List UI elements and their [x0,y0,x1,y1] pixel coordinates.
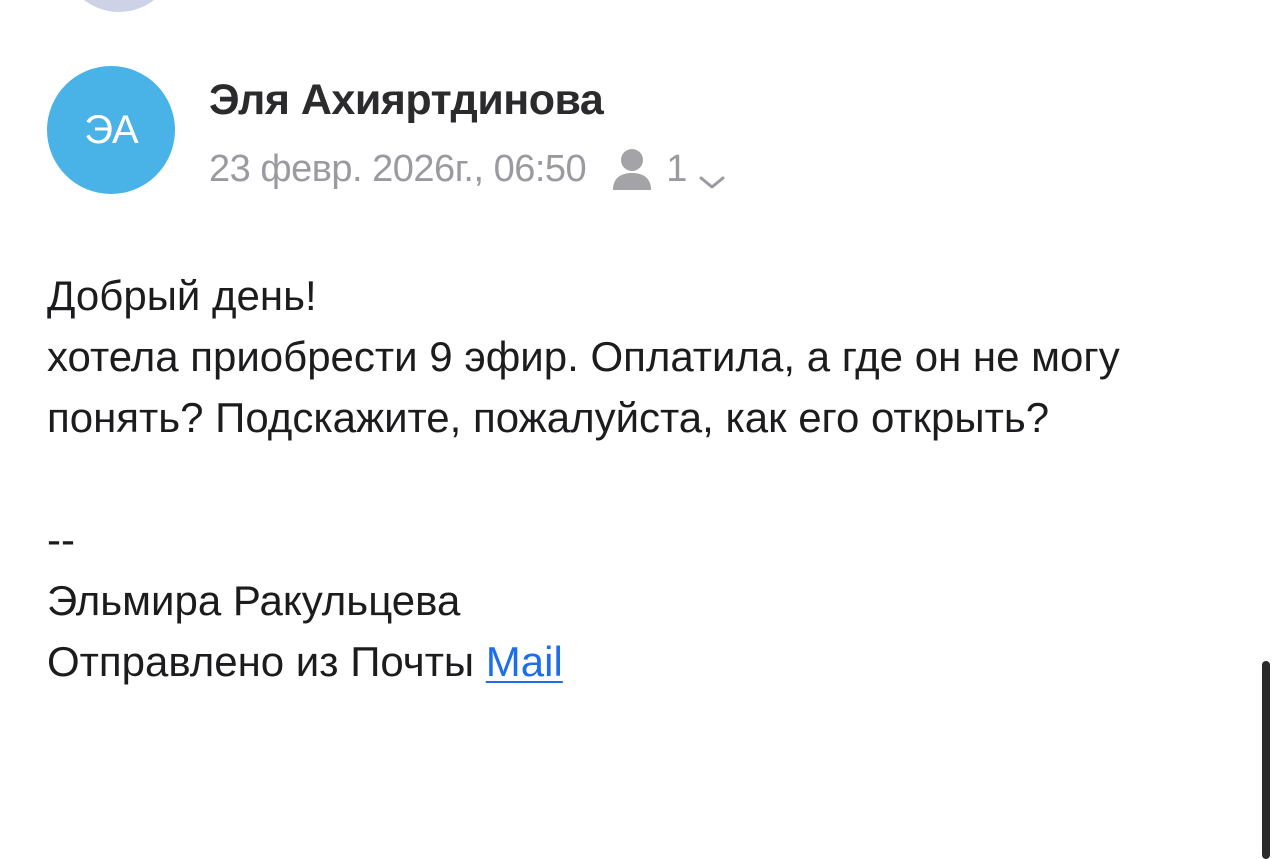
message-text: хотела приобрести 9 эфир. Оплатила, а гд… [47,333,1120,441]
sent-from-line: Отправлено из Почты Mail [47,631,1227,692]
signature-separator: -- [47,516,75,563]
sender-initials: ЭА [84,108,138,152]
scrollbar[interactable] [1262,661,1270,859]
sent-from-text: Отправлено из Почты [47,638,486,685]
message-body: Добрый день! хотела приобрести 9 эфир. О… [47,265,1227,692]
sender-avatar[interactable]: ЭА [47,66,175,194]
email-view: ЭА Эля Ахияртдинова 23 февр. 2026г., 06:… [0,0,1280,859]
message-date: 23 февр. 2026г., 06:50 [209,147,587,190]
person-icon [610,146,654,192]
greeting-text: Добрый день! [47,272,317,319]
sender-name[interactable]: Эля Ахияртдинова [209,76,604,125]
mail-link[interactable]: Mail [486,638,563,685]
recipients-count: 1 [666,147,688,190]
previous-message-avatar[interactable] [62,0,176,12]
message-meta[interactable]: 23 февр. 2026г., 06:50 1 [209,142,727,196]
chevron-down-icon[interactable] [697,159,727,189]
signature-name: Эльмира Ракульцева [47,577,461,624]
